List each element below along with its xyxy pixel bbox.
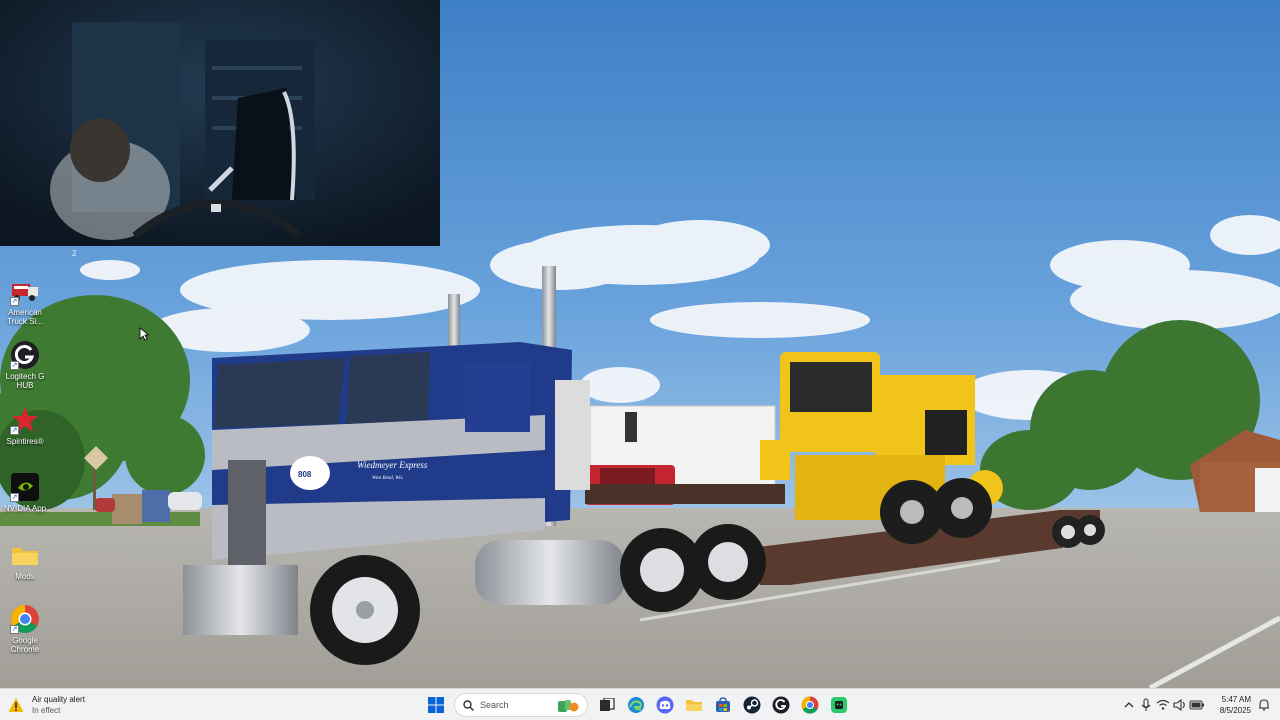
steam-button[interactable] xyxy=(738,692,766,718)
clock-time: 5:47 AM xyxy=(1221,695,1251,704)
battery-button[interactable] xyxy=(1188,695,1205,715)
app-button[interactable] xyxy=(825,692,853,718)
notification-bell-icon xyxy=(1258,699,1269,711)
shortcut-arrow-icon: ↗ xyxy=(10,625,19,634)
start-button[interactable] xyxy=(422,692,450,718)
desktop-icon-nvidia-app[interactable]: ↗ NVIDIA App xyxy=(2,472,48,513)
chevron-up-icon xyxy=(1124,702,1133,708)
chrome-icon xyxy=(800,696,818,714)
desktop-icon-google-chrome[interactable]: ↗ Google Chrome xyxy=(2,604,48,654)
american-truck-simulator-icon: ↗ xyxy=(10,276,40,306)
discord-icon xyxy=(656,696,673,714)
battery-icon xyxy=(1188,700,1204,710)
system-tray: 5:47 AM 8/5/2025 xyxy=(1120,692,1272,718)
wifi-icon xyxy=(1156,699,1169,710)
desktop-icon-label: American Truck Si... xyxy=(7,308,43,326)
weather-title: Air quality alert xyxy=(32,695,85,704)
steam-icon xyxy=(743,696,760,714)
shortcut-arrow-icon: ↗ xyxy=(10,493,19,502)
desktop-icon-label: NVIDIA App xyxy=(3,504,47,513)
explorer-folder-button[interactable] xyxy=(680,692,708,718)
spintires-icon: ↗ xyxy=(10,405,40,435)
desktop-icon-label: Google Chrome xyxy=(10,636,40,654)
store-icon xyxy=(715,697,730,712)
search-placeholder: Search xyxy=(480,700,509,710)
logitech-icon xyxy=(772,696,789,714)
desktop-icon-label: Logitech G HUB xyxy=(5,372,45,390)
webcam-counter: 2 xyxy=(72,249,77,258)
desktop-icon-label: Spintires® xyxy=(6,437,44,446)
folder-icon xyxy=(685,700,702,711)
volume-button[interactable] xyxy=(1171,695,1188,715)
shortcut-arrow-icon: ↗ xyxy=(10,426,19,435)
weather-widget[interactable]: Air quality alert In effect xyxy=(8,694,85,716)
webcam-overlay xyxy=(0,0,440,246)
taskbar-search-box[interactable]: Search xyxy=(454,693,588,717)
search-highlight-icon xyxy=(558,700,579,712)
task-view-button[interactable] xyxy=(593,692,621,718)
desktop-icon-mods-folder[interactable]: Mods xyxy=(2,540,48,581)
microphone-button[interactable] xyxy=(1137,695,1154,715)
notifications-button[interactable] xyxy=(1255,695,1272,715)
edge-icon xyxy=(627,697,644,713)
truck-cab-sublettering: West Bend, Wis. xyxy=(372,476,404,481)
taskbar-center: Search xyxy=(421,692,853,718)
chrome-button[interactable] xyxy=(796,692,824,718)
desktop-icon-american-truck-simulator[interactable]: ↗ American Truck Si... xyxy=(2,276,48,326)
shortcut-arrow-icon: ↗ xyxy=(10,297,19,306)
speaker-icon xyxy=(1172,699,1185,711)
weather-subtitle: In effect xyxy=(32,706,61,715)
logitech-g-hub-icon: ↗ xyxy=(10,340,40,370)
discord-button[interactable] xyxy=(651,692,679,718)
google-chrome-icon: ↗ xyxy=(10,604,40,634)
network-button[interactable] xyxy=(1154,695,1171,715)
desktop-icon-label: Mods xyxy=(15,572,35,581)
desktop-icon-spintires[interactable]: ↗ Spintires® xyxy=(2,405,48,446)
nvidia-app-icon: ↗ xyxy=(10,472,40,502)
microphone-icon xyxy=(1141,698,1150,711)
taskbar: Air quality alert In effect Search 5:47 … xyxy=(0,688,1280,720)
warning-icon xyxy=(8,698,24,712)
desktop-icon-logitech-g-hub[interactable]: ↗ Logitech G HUB xyxy=(2,340,48,390)
clock-date: 8/5/2025 xyxy=(1219,706,1251,715)
taskbar-clock[interactable]: 5:47 AM 8/5/2025 xyxy=(1205,694,1251,716)
logitech-button[interactable] xyxy=(767,692,795,718)
truck-emblem-text: 808 xyxy=(298,470,312,479)
show-hidden-icons-button[interactable] xyxy=(1120,695,1137,715)
webcam-feed xyxy=(0,0,440,246)
task-view-icon xyxy=(599,698,615,711)
windows-logo-icon xyxy=(427,697,444,713)
store-button[interactable] xyxy=(709,692,737,718)
search-icon xyxy=(463,699,474,711)
shortcut-arrow-icon: ↗ xyxy=(10,361,19,370)
app-icon xyxy=(830,697,847,713)
truck-cab-lettering: Wiedmeyer Express xyxy=(357,460,428,470)
mouse-cursor-icon xyxy=(139,327,149,341)
folder-icon xyxy=(10,540,40,570)
edge-button[interactable] xyxy=(622,692,650,718)
